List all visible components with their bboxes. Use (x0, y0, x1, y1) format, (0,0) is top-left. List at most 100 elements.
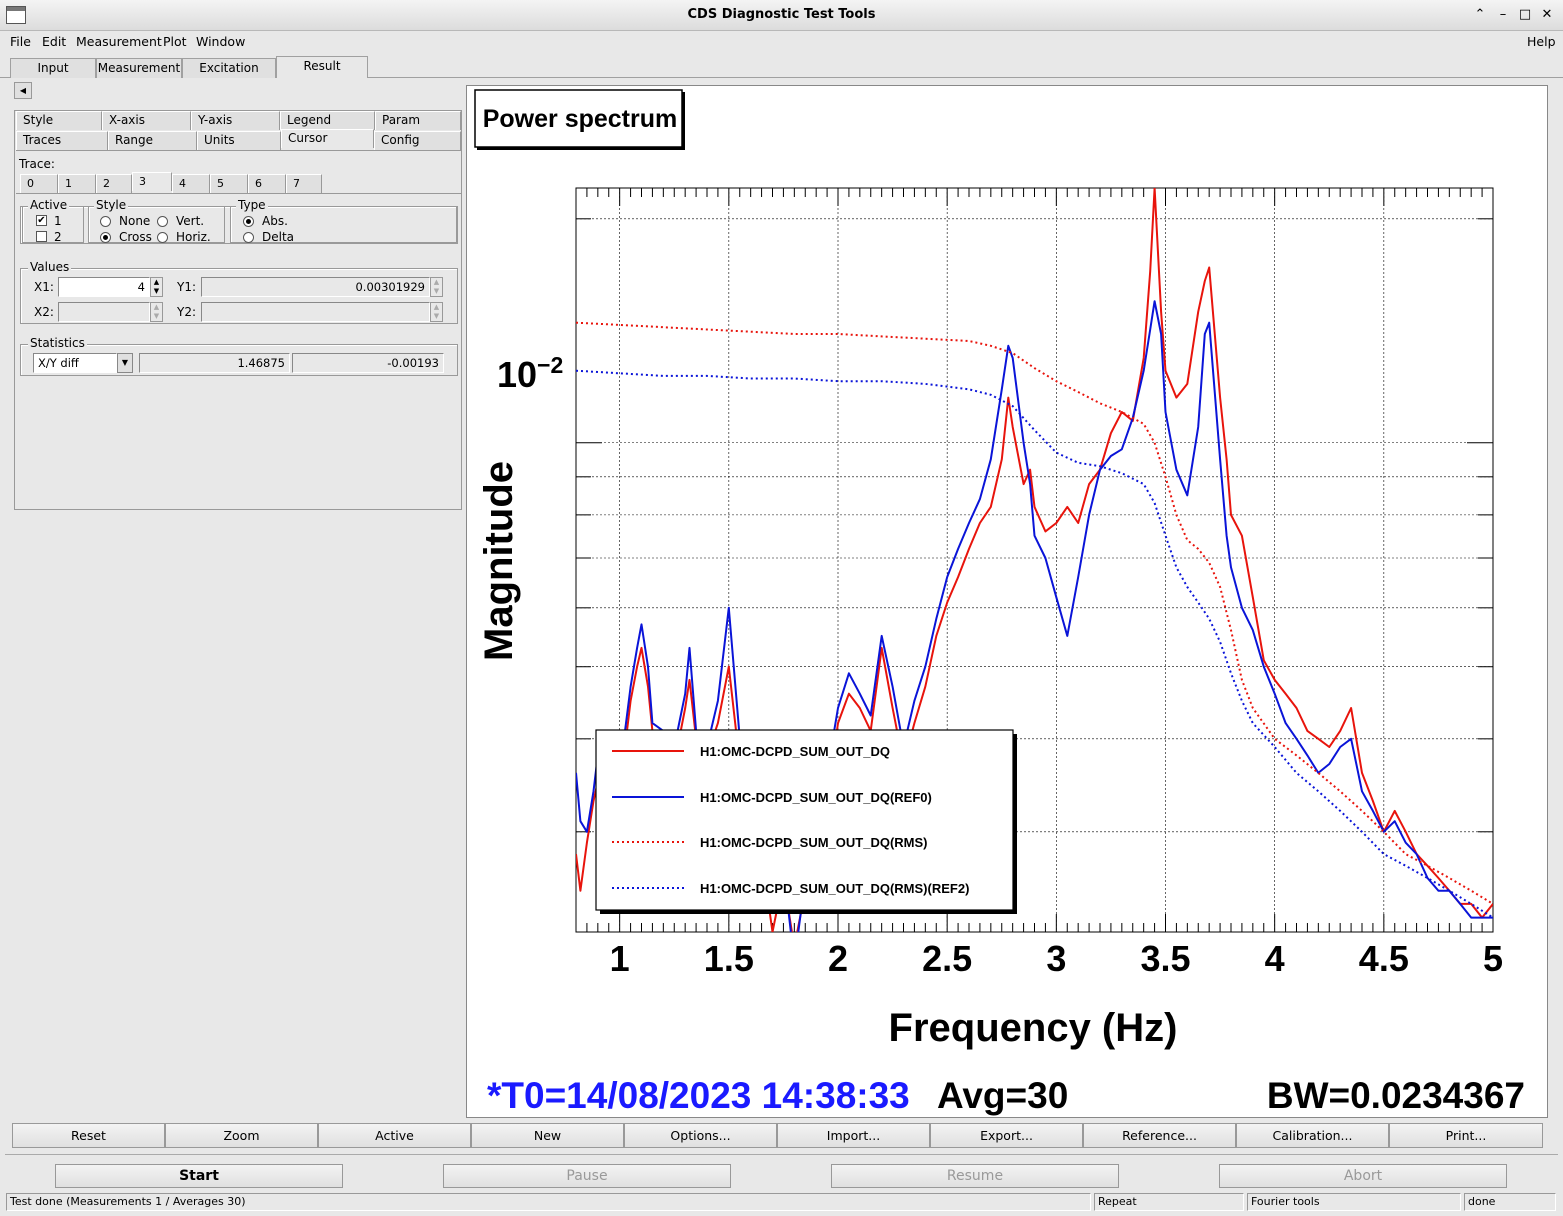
statistics-value-1: 1.46875 (139, 353, 290, 373)
separator (5, 1154, 1558, 1155)
legend-entry-1: H1:OMC-DCPD_SUM_OUT_DQ(REF0) (700, 790, 932, 805)
trace-tab-7[interactable]: 7 (286, 174, 322, 193)
minimize-icon[interactable]: – (1495, 6, 1511, 24)
y-tick-label: 10−2 (497, 352, 563, 395)
menu-file[interactable]: File (10, 34, 31, 49)
opt-tab-param[interactable]: Param (375, 111, 461, 130)
print-button[interactable]: Print... (1389, 1123, 1543, 1148)
opt-tab-range[interactable]: Range (108, 131, 197, 150)
t0-timestamp: *T0=14/08/2023 14:38:33 (487, 1075, 910, 1116)
y1-value[interactable]: 0.00301929 (201, 277, 430, 297)
trace-tab-4[interactable]: 4 (172, 174, 210, 193)
x2-input[interactable] (58, 302, 150, 322)
x-tick-label: 1.5 (704, 938, 754, 979)
status-state: done (1464, 1193, 1556, 1211)
opt-tab-cursor[interactable]: Cursor (281, 129, 374, 148)
menu-help[interactable]: Help (1527, 34, 1556, 49)
style-horiz-label: Horiz. (176, 230, 211, 244)
opt-tab-units[interactable]: Units (197, 131, 281, 150)
start-button[interactable]: Start (55, 1164, 343, 1188)
resume-button[interactable]: Resume (831, 1164, 1119, 1188)
active-1-label: 1 (54, 214, 62, 228)
y1-label: Y1: (177, 280, 197, 294)
x-tick-label: 1 (610, 938, 630, 979)
style-cross-label: Cross (119, 230, 152, 244)
y-axis-label: Magnitude (477, 461, 521, 661)
tab-measurement[interactable]: Measurement (96, 58, 182, 78)
style-horiz-radio[interactable] (157, 232, 168, 243)
x-tick-label: 4.5 (1359, 938, 1409, 979)
x1-input[interactable]: 4 (58, 277, 150, 297)
active-2-checkbox[interactable] (36, 231, 47, 242)
trace-tab-0[interactable]: 0 (20, 174, 58, 193)
statistics-value-2: -0.00193 (292, 353, 444, 373)
x1-spinner[interactable]: ▲ ▼ (150, 277, 163, 297)
reset-button[interactable]: Reset (12, 1123, 165, 1148)
close-icon[interactable]: ✕ (1539, 6, 1555, 24)
style-label: Style (94, 198, 129, 212)
bandwidth-value: BW=0.0234367 (1267, 1075, 1525, 1116)
plot-panel[interactable]: Power spectrum 10−2 1 1.5 2 2.5 3 3.5 4 4.5 5 Ma… (466, 85, 1548, 1118)
opt-tab-divider (16, 150, 461, 151)
export-button[interactable]: Export... (930, 1123, 1083, 1148)
power-spectrum-chart[interactable]: Power spectrum 10−2 1 1.5 2 2.5 3 3.5 4 4.5 5 Ma… (467, 86, 1547, 1117)
y2-value[interactable] (201, 302, 430, 322)
style-none-radio[interactable] (100, 216, 111, 227)
trace-label: Trace: (19, 157, 55, 171)
type-abs-radio[interactable] (243, 216, 254, 227)
statistics-mode-select[interactable]: X/Y diff (33, 353, 117, 373)
y2-label: Y2: (177, 305, 197, 319)
type-abs-label: Abs. (262, 214, 288, 228)
window-titlebar[interactable]: CDS Diagnostic Test Tools ⌃ – □ ✕ (0, 0, 1563, 31)
menu-measurement[interactable]: Measurement (76, 34, 162, 49)
import-button[interactable]: Import... (777, 1123, 930, 1148)
x-tick-label: 3.5 (1140, 938, 1190, 979)
legend-entry-2: H1:OMC-DCPD_SUM_OUT_DQ(RMS) (700, 835, 928, 850)
legend-entry-3: H1:OMC-DCPD_SUM_OUT_DQ(RMS)(REF2) (700, 881, 969, 896)
style-cross-radio[interactable] (100, 232, 111, 243)
tab-input[interactable]: Input (10, 58, 96, 78)
active-1-checkbox[interactable]: ✔ (36, 215, 47, 226)
active-2-label: 2 (54, 230, 62, 244)
maximize-icon[interactable]: □ (1517, 6, 1533, 24)
legend-entry-0: H1:OMC-DCPD_SUM_OUT_DQ (700, 744, 890, 759)
trace-tab-2[interactable]: 2 (96, 174, 132, 193)
opt-tab-style[interactable]: Style (16, 111, 102, 130)
chevron-down-icon[interactable]: ▼ (117, 353, 133, 373)
statistics-label: Statistics (28, 336, 87, 350)
collapse-icon[interactable]: ⌃ (1472, 6, 1488, 24)
values-label: Values (28, 260, 72, 274)
trace-tab-6[interactable]: 6 (248, 174, 286, 193)
x2-spinner[interactable]: ▲ ▼ (150, 302, 163, 322)
style-vert-radio[interactable] (157, 216, 168, 227)
menu-plot[interactable]: Plot (163, 34, 187, 49)
opt-tab-yaxis[interactable]: Y-axis (191, 111, 280, 130)
active-button[interactable]: Active (318, 1123, 471, 1148)
opt-tab-legend[interactable]: Legend (280, 111, 375, 130)
y1-spinner[interactable]: ▲ ▼ (430, 277, 443, 297)
new-button[interactable]: New (471, 1123, 624, 1148)
x-tick-label: 5 (1483, 938, 1503, 979)
options-button[interactable]: Options... (624, 1123, 777, 1148)
trace-tab-5[interactable]: 5 (210, 174, 248, 193)
zoom-button[interactable]: Zoom (165, 1123, 318, 1148)
menu-window[interactable]: Window (196, 34, 245, 49)
type-delta-radio[interactable] (243, 232, 254, 243)
trace-tab-1[interactable]: 1 (58, 174, 96, 193)
trace-tab-3[interactable]: 3 (132, 172, 172, 191)
menu-edit[interactable]: Edit (42, 34, 66, 49)
reference-button[interactable]: Reference... (1083, 1123, 1236, 1148)
calibration-button[interactable]: Calibration... (1236, 1123, 1389, 1148)
y2-spinner[interactable]: ▲ ▼ (430, 302, 443, 322)
pause-button[interactable]: Pause (443, 1164, 731, 1188)
plot-button-row: Reset Zoom Active New Options... Import.… (12, 1123, 1543, 1148)
abort-button[interactable]: Abort (1219, 1164, 1507, 1188)
tab-excitation[interactable]: Excitation (182, 58, 276, 78)
opt-tab-traces[interactable]: Traces (16, 131, 108, 150)
x2-label: X2: (34, 305, 54, 319)
opt-tab-config[interactable]: Config (374, 131, 461, 150)
menu-bar: File Edit Measurement Plot Window Help (0, 31, 1563, 53)
opt-tab-xaxis[interactable]: X-axis (102, 111, 191, 130)
panel-collapse-icon[interactable]: ◀ (14, 82, 32, 99)
tab-result[interactable]: Result (276, 56, 368, 78)
